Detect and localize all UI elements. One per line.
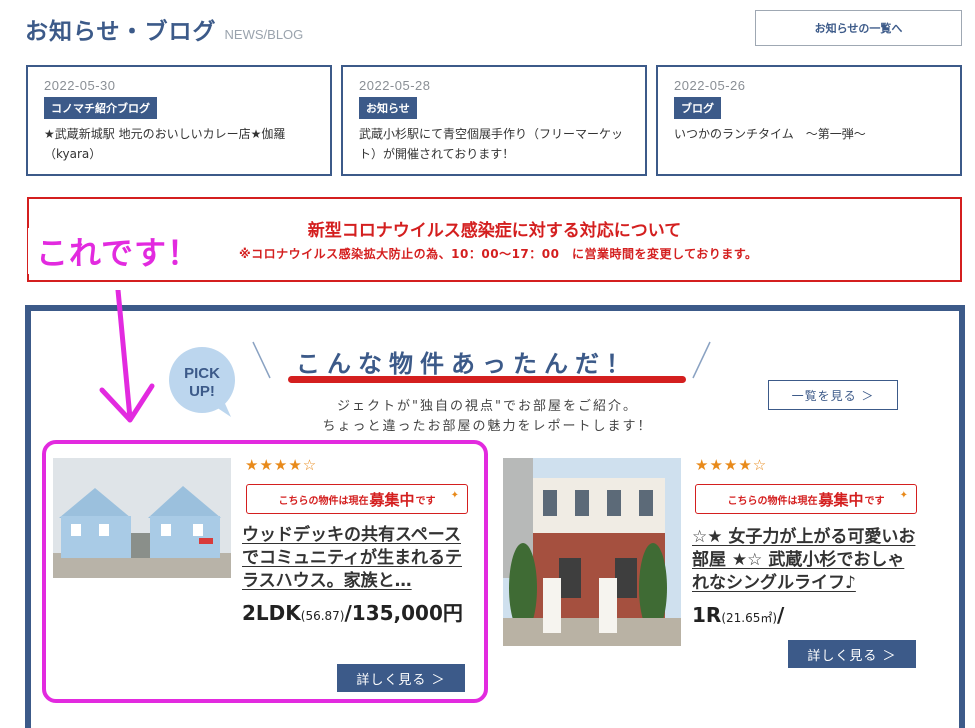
news-date: 2022-05-26: [674, 78, 746, 93]
rating-stars: ★★★★☆: [695, 456, 768, 474]
recruit-text-post: です: [864, 495, 885, 507]
sparkle-icon: ✦: [899, 490, 908, 501]
property-layout: 1R: [692, 603, 722, 627]
property-price: 1R(21.65㎡)/: [692, 602, 922, 631]
recruiting-badge: こちらの物件は現在 募集中 です ✦: [695, 484, 917, 514]
news-list-button[interactable]: お知らせの一覧へ: [755, 10, 962, 46]
news-date: 2022-05-28: [359, 78, 431, 93]
news-card[interactable]: 2022-05-30 コノマチ紹介ブログ ★武蔵新城駅 地元のおいしいカレー店★…: [26, 65, 332, 176]
view-all-button[interactable]: 一覧を見る ＞: [768, 380, 898, 410]
recruit-text-pre: こちらの物件は現在: [727, 495, 818, 507]
news-section-title: お知らせ・ブログ NEWS/BLOG: [25, 12, 303, 46]
annotation-label: これです！: [28, 228, 213, 274]
property-photo-brick-house[interactable]: [503, 458, 681, 646]
property-area: (21.65㎡): [721, 611, 778, 625]
news-title-jp: お知らせ・ブログ: [25, 19, 217, 45]
news-category-badge: お知らせ: [359, 97, 417, 119]
news-title-en: NEWS/BLOG: [224, 27, 304, 42]
pickup-badge-line1: PICK: [184, 365, 220, 382]
detail-button[interactable]: 詳しく見る ＞: [788, 640, 916, 668]
news-date: 2022-05-30: [44, 78, 116, 93]
recruit-text-big: 募集中: [818, 490, 864, 509]
annotation-highlight-box: [42, 440, 488, 703]
news-card[interactable]: 2022-05-26 ブログ いつかのランチタイム ～第一弾～: [656, 65, 962, 176]
property-title-link[interactable]: ☆★ 女子力が上がる可愛いお部屋 ★☆ 武蔵小杉でおしゃれなシングルライフ♪: [692, 526, 920, 595]
news-category-badge: ブログ: [674, 97, 721, 119]
news-headline[interactable]: いつかのランチタイム ～第一弾～: [674, 124, 944, 144]
pickup-heading: こんな物件あったんだ！: [296, 350, 637, 378]
news-category-badge: コノマチ紹介ブログ: [44, 97, 157, 119]
property-rent: /: [777, 603, 785, 627]
notice-subtitle: ※コロナウイルス感染拡大防止の為、10：00～17：00 に営業時間を変更してお…: [239, 247, 758, 261]
heading-underline: [288, 376, 686, 383]
news-headline[interactable]: ★武蔵新城駅 地元のおいしいカレー店★伽羅（kyara）: [44, 124, 314, 164]
news-headline[interactable]: 武蔵小杉駅にて青空個展手作り（フリーマーケット）が開催されております！: [359, 124, 629, 164]
news-card[interactable]: 2022-05-28 お知らせ 武蔵小杉駅にて青空個展手作り（フリーマーケット）…: [341, 65, 647, 176]
annotation-arrow-icon: [99, 290, 155, 423]
